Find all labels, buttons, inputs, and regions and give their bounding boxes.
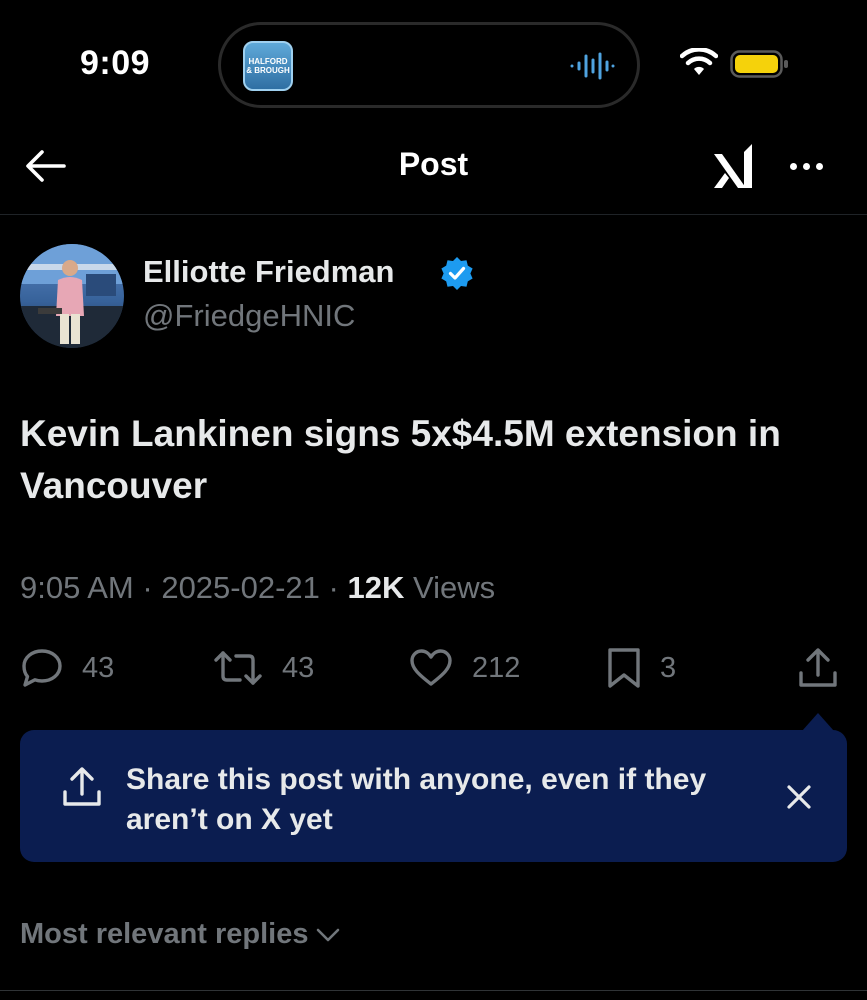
views-count[interactable]: 12K bbox=[347, 570, 404, 605]
chevron-down-icon bbox=[316, 928, 339, 941]
close-share-prompt-button[interactable] bbox=[780, 778, 818, 816]
live-activity-app-label: HALFORD & BROUGH bbox=[246, 57, 290, 75]
header-divider bbox=[0, 214, 867, 215]
post-date: 2025-02-21 bbox=[161, 570, 320, 605]
share-prompt-banner[interactable]: Share this post with anyone, even if the… bbox=[20, 730, 847, 862]
share-button[interactable] bbox=[796, 640, 840, 696]
author-handle[interactable]: @FriedgeHNIC bbox=[143, 298, 355, 334]
post-time: 9:05 AM bbox=[20, 570, 134, 605]
close-icon bbox=[787, 785, 811, 809]
audio-wave-icon bbox=[570, 52, 615, 80]
verified-badge-icon bbox=[441, 257, 473, 290]
author-avatar[interactable] bbox=[20, 244, 124, 348]
status-time: 9:09 bbox=[80, 44, 151, 82]
dynamic-island[interactable]: HALFORD & BROUGH bbox=[218, 22, 640, 108]
reply-icon bbox=[22, 649, 62, 687]
grok-button[interactable] bbox=[708, 140, 762, 192]
live-activity-app-icon: HALFORD & BROUGH bbox=[243, 41, 293, 91]
bookmark-count: 3 bbox=[660, 651, 677, 684]
like-button[interactable]: 212 bbox=[408, 640, 520, 696]
meta-separator: · bbox=[142, 570, 153, 605]
share-icon bbox=[799, 648, 837, 687]
repost-button[interactable]: 43 bbox=[212, 640, 314, 696]
meta-separator: · bbox=[328, 570, 339, 605]
top-navigation-bar: Post bbox=[0, 118, 867, 214]
avatar-photo bbox=[20, 244, 124, 348]
more-horizontal-icon-dot bbox=[802, 162, 810, 170]
replies-sort-label: Most relevant replies bbox=[20, 918, 309, 950]
views-label: Views bbox=[412, 570, 496, 605]
post-actions-bar: 43 43 212 3 bbox=[0, 640, 867, 696]
reply-count: 43 bbox=[82, 651, 115, 684]
bookmark-button[interactable]: 3 bbox=[606, 640, 676, 696]
status-bar: 9:09 HALFORD & BROUGH bbox=[0, 0, 867, 110]
share-prompt-text: Share this post with anyone, even if the… bbox=[126, 763, 707, 836]
battery-icon bbox=[730, 50, 788, 78]
post-text: Kevin Lankinen signs 5x$4.5M extension i… bbox=[20, 413, 781, 506]
share-prompt-pointer bbox=[802, 713, 834, 731]
reply-button[interactable]: 43 bbox=[20, 640, 114, 696]
more-horizontal-icon bbox=[789, 162, 797, 170]
author-display-name[interactable]: Elliotte Friedman bbox=[143, 254, 394, 290]
bookmark-icon bbox=[608, 648, 640, 688]
share-icon bbox=[63, 767, 101, 806]
replies-divider bbox=[0, 990, 867, 991]
more-options-button[interactable] bbox=[782, 144, 830, 188]
repost-icon bbox=[214, 651, 262, 685]
more-horizontal-icon-dot bbox=[815, 162, 823, 170]
replies-sort-dropdown[interactable]: Most relevant replies bbox=[20, 918, 341, 951]
post-metadata: 9:05 AM · 2025-02-21 · 12K Views bbox=[20, 570, 495, 606]
like-count: 212 bbox=[472, 651, 521, 684]
wifi-icon bbox=[680, 48, 718, 75]
heart-icon bbox=[410, 649, 452, 686]
grok-icon bbox=[714, 144, 752, 188]
repost-count: 43 bbox=[282, 651, 315, 684]
